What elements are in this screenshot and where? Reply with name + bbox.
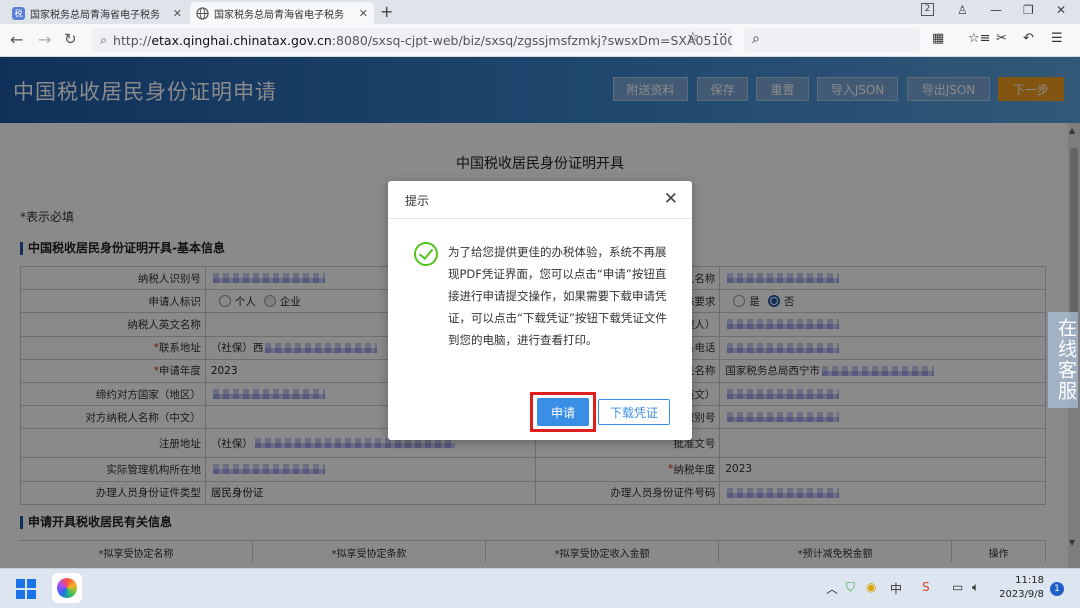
tab-title: 国家税务总局青海省电子税务 <box>214 9 344 21</box>
star-icon[interactable]: ☆ <box>687 30 699 45</box>
volume-icon[interactable]: 🔈︎ <box>972 580 979 595</box>
more-icon[interactable]: ··· <box>715 28 727 43</box>
dialog-title: 提示 <box>405 194 430 208</box>
menu-icon[interactable]: ☰ <box>1051 31 1063 46</box>
notification-badge[interactable]: 1 <box>1050 582 1064 596</box>
system-clock[interactable]: 11:18 2023/9/8 <box>994 574 1044 602</box>
browser-tab-bar: 税 国家税务总局青海省电子税务 ✕ 国家税务总局青海省电子税务 ✕ + 2 ♙ … <box>0 0 1080 24</box>
back-icon[interactable]: ← <box>10 30 23 49</box>
search-input[interactable]: ⌕ <box>744 28 920 52</box>
cut-icon[interactable]: ✂ <box>996 31 1007 46</box>
close-icon[interactable]: ✕ <box>359 7 368 20</box>
windows-start-icon[interactable] <box>16 579 36 599</box>
security-shield-icon[interactable]: ⛉ <box>846 580 855 595</box>
taskbar: ︿ ⛉ ◉ 中 S ▭ 🔈︎ 11:18 2023/9/8 1 <box>0 568 1080 608</box>
clock-date: 2023/9/8 <box>999 589 1044 600</box>
chevron-up-icon[interactable]: ︿ <box>826 580 838 597</box>
url-path: :8080/sxsq-cjpt-web/biz/sxsq/zgssjmsfzmk… <box>331 32 732 48</box>
apply-button[interactable]: 申请 <box>537 398 589 426</box>
new-tab-icon[interactable]: + <box>380 2 393 21</box>
restore-icon[interactable]: ❐ <box>1023 3 1034 17</box>
success-check-icon <box>414 242 438 266</box>
undo-icon[interactable]: ↶ <box>1023 31 1034 46</box>
clock-time: 11:18 <box>1015 575 1044 586</box>
minimize-icon[interactable]: — <box>990 3 1002 17</box>
browser-tab-2[interactable]: 国家税务总局青海省电子税务 ✕ <box>190 2 374 24</box>
favorites-icon[interactable]: ☆≡ <box>968 31 991 46</box>
forward-icon[interactable]: → <box>38 30 51 49</box>
search-icon: ⌕ <box>752 31 760 47</box>
download-voucher-button[interactable]: 下载凭证 <box>598 399 670 425</box>
address-bar-row: ← → ↻ ⌕ http://etax.qinghai.chinatax.gov… <box>0 24 1080 57</box>
dialog-header: 提示 ✕ <box>388 181 692 219</box>
reload-icon[interactable]: ↻ <box>64 30 77 48</box>
dialog-message: 为了给您提供更佳的办税体验，系统不再展现PDF凭证界面，您可以点击“申请”按钮直… <box>448 245 667 347</box>
online-service-widget[interactable]: 在线客服 <box>1048 312 1078 408</box>
url-prefix: http:// <box>113 32 152 48</box>
close-icon[interactable]: ✕ <box>173 7 182 20</box>
shirt-icon[interactable]: ♙ <box>957 3 968 17</box>
url-input[interactable]: ⌕ http://etax.qinghai.chinatax.gov.cn:80… <box>92 28 732 52</box>
browser-taskbar-icon[interactable] <box>52 573 82 603</box>
input-method-icon[interactable]: S <box>922 580 930 594</box>
browser-tab-1[interactable]: 税 国家税务总局青海省电子税务 ✕ <box>6 2 188 24</box>
close-icon[interactable]: ✕ <box>664 189 678 209</box>
search-icon: ⌕ <box>100 32 108 47</box>
apps-grid-icon[interactable]: ▦ <box>932 31 944 46</box>
tax-favicon-icon: 税 <box>12 6 25 20</box>
close-window-icon[interactable]: ✕ <box>1056 3 1066 17</box>
network-icon[interactable]: ▭ <box>952 580 963 594</box>
url-host: etax.qinghai.chinatax.gov.cn <box>151 32 332 48</box>
tab-title: 国家税务总局青海省电子税务 <box>30 9 160 21</box>
globe-icon <box>196 6 209 20</box>
tab-count-badge[interactable]: 2 <box>921 3 934 16</box>
ime-indicator[interactable]: 中 <box>890 580 902 597</box>
tray-app-icon[interactable]: ◉ <box>866 580 876 594</box>
